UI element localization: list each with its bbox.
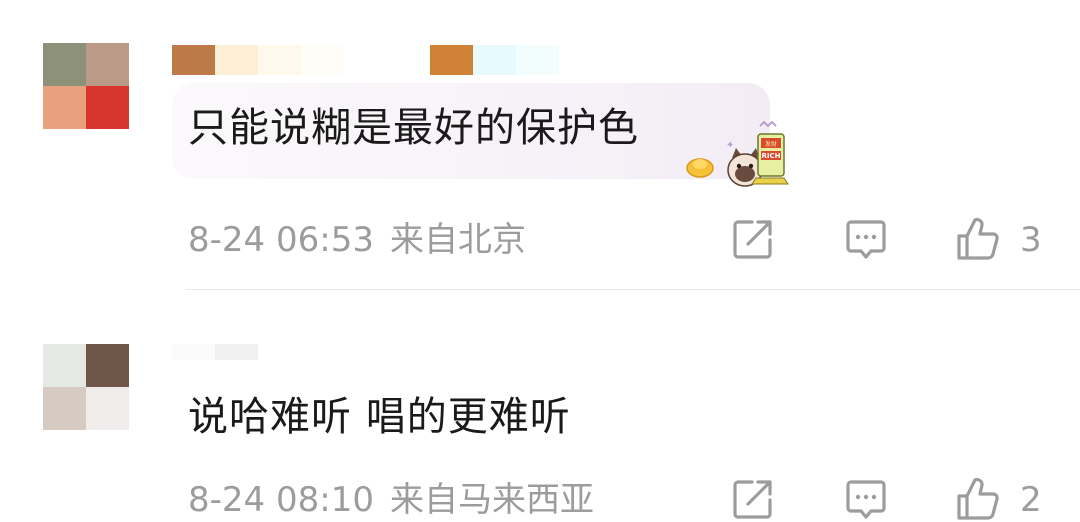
avatar-tile <box>86 344 129 387</box>
avatar-tile <box>86 387 129 430</box>
avatar[interactable] <box>43 344 129 430</box>
comment-text: 说哈难听 唱的更难听 <box>188 394 571 440</box>
like-icon[interactable] <box>955 476 1001 522</box>
avatar-tile <box>43 86 86 129</box>
comment-location: 来自北京 <box>390 220 526 260</box>
svg-text:✦: ✦ <box>726 140 734 151</box>
avatar-tile <box>43 387 86 430</box>
comment-item: 只能说糊是最好的保护色 RICH 发财 ✦ 8-24 06:53 来自北京 3 <box>0 0 1080 290</box>
avatar-tile <box>43 43 86 86</box>
comment-location: 来自马来西亚 <box>390 480 594 520</box>
avatar-tile <box>86 86 129 129</box>
comment-time: 8-24 08:10 <box>188 480 374 520</box>
avatar[interactable] <box>43 43 129 129</box>
share-icon[interactable] <box>730 476 776 522</box>
avatar-tile <box>86 43 129 86</box>
like-count: 3 <box>1020 220 1042 260</box>
sticker-label: 发财 <box>765 140 777 148</box>
comment-icon[interactable] <box>843 476 889 522</box>
avatar-tile <box>43 344 86 387</box>
share-icon[interactable] <box>730 216 776 262</box>
comment-item: 说哈难听 唱的更难听 8-24 08:10 来自马来西亚 2 <box>0 290 1080 522</box>
comment-text: 只能说糊是最好的保护色 <box>188 105 639 151</box>
username-badge-redacted <box>430 45 559 75</box>
comment-icon[interactable] <box>843 216 889 262</box>
like-count: 2 <box>1020 480 1042 520</box>
sticker-text: RICH <box>762 152 781 160</box>
comment-time: 8-24 06:53 <box>188 220 374 260</box>
rich-cat-sticker-icon: RICH 发财 ✦ <box>686 120 789 187</box>
username-redacted[interactable] <box>172 344 258 360</box>
username-redacted[interactable] <box>172 45 344 75</box>
like-icon[interactable] <box>955 216 1001 262</box>
